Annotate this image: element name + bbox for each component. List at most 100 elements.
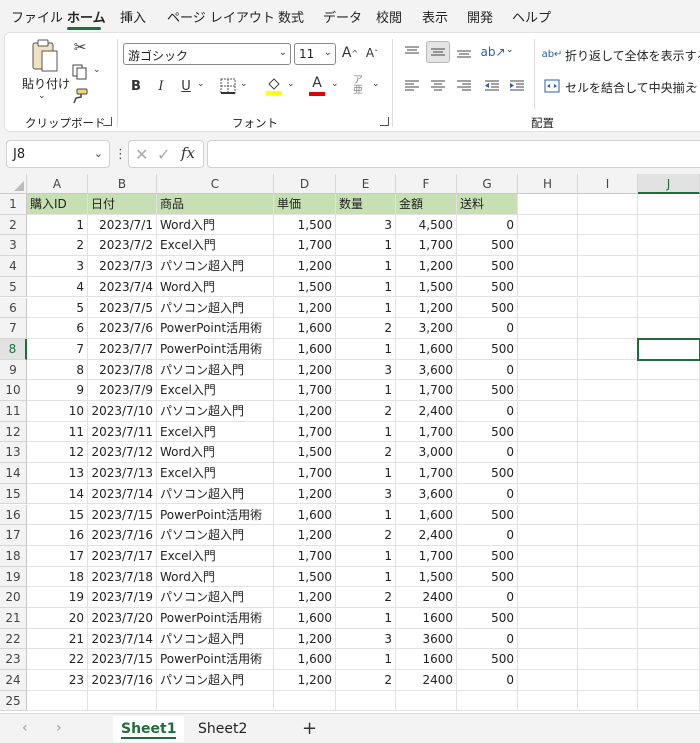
table-cell[interactable]: 1600	[396, 608, 457, 629]
table-cell[interactable]	[578, 276, 638, 298]
table-cell[interactable]: 1	[336, 380, 396, 401]
table-cell[interactable]: 3,000	[396, 442, 457, 464]
add-sheet-button[interactable]: +	[302, 718, 317, 739]
table-cell[interactable]: 1,200	[396, 297, 457, 319]
row-header[interactable]: 20	[0, 587, 27, 608]
tab-data[interactable]: データ	[323, 7, 362, 26]
table-cell[interactable]: 500	[457, 338, 518, 360]
table-cell[interactable]	[518, 380, 578, 401]
row-header[interactable]: 4	[0, 256, 27, 277]
table-cell[interactable]: 18	[27, 566, 88, 588]
table-cell[interactable]: 1,700	[396, 235, 457, 257]
tab-view[interactable]: 表示	[422, 7, 448, 26]
row-header[interactable]: 23	[0, 649, 27, 671]
copy-dropdown-icon[interactable]: ⌄	[93, 65, 101, 75]
table-cell[interactable]: 2,400	[396, 401, 457, 422]
table-cell[interactable]	[518, 628, 578, 650]
table-cell[interactable]: 1	[336, 421, 396, 443]
table-cell[interactable]: 0	[457, 214, 518, 236]
row-header[interactable]: 12	[0, 421, 27, 443]
table-cell[interactable]: PowerPoint活用術	[157, 504, 274, 526]
table-cell[interactable]	[518, 276, 578, 298]
table-cell[interactable]: Excel入門	[157, 380, 274, 401]
table-cell[interactable]	[638, 483, 700, 505]
table-cell[interactable]	[578, 628, 638, 650]
table-cell[interactable]: 1,700	[396, 421, 457, 443]
tab-formulas[interactable]: 数式	[278, 7, 304, 26]
column-header-g[interactable]: G	[457, 174, 518, 194]
table-cell[interactable]: 1,200	[274, 297, 336, 319]
table-cell[interactable]: 3600	[396, 628, 457, 650]
table-cell[interactable]: 1,200	[274, 401, 336, 422]
sheet-tab-sheet2[interactable]: Sheet2	[190, 716, 255, 742]
table-cell[interactable]	[578, 380, 638, 401]
table-cell[interactable]	[578, 670, 638, 691]
enter-icon[interactable]: ✓	[157, 145, 170, 164]
table-cell[interactable]: 22	[27, 649, 88, 671]
table-cell[interactable]: 1,600	[274, 318, 336, 339]
font-name-select[interactable]: 游ゴシック ⌄	[123, 43, 291, 65]
table-cell[interactable]: 2400	[396, 670, 457, 691]
table-cell[interactable]: 1	[336, 504, 396, 526]
table-cell[interactable]	[518, 401, 578, 422]
table-cell[interactable]: 11	[27, 421, 88, 443]
table-cell[interactable]	[518, 442, 578, 464]
table-cell[interactable]: パソコン超入門	[157, 401, 274, 422]
table-cell[interactable]: パソコン超入門	[157, 670, 274, 691]
table-cell[interactable]	[518, 670, 578, 691]
table-cell[interactable]: パソコン超入門	[157, 297, 274, 319]
table-cell[interactable]	[638, 214, 700, 236]
select-all-corner[interactable]	[0, 174, 27, 194]
table-cell[interactable]: 500	[457, 235, 518, 257]
table-cell[interactable]: 0	[457, 359, 518, 381]
table-cell[interactable]: 1,200	[396, 256, 457, 277]
wrap-text-button[interactable]: 折り返して全体を表示する	[565, 47, 700, 64]
table-cell[interactable]: 2023/7/9	[88, 380, 157, 401]
table-cell[interactable]: 0	[457, 483, 518, 505]
table-cell[interactable]	[518, 463, 578, 484]
table-cell[interactable]: 500	[457, 504, 518, 526]
table-cell[interactable]	[578, 587, 638, 608]
table-cell[interactable]: Word入門	[157, 276, 274, 298]
decrease-indent-icon[interactable]	[483, 77, 501, 95]
table-cell[interactable]: 8	[27, 359, 88, 381]
table-cell[interactable]	[638, 690, 700, 712]
tab-file[interactable]: ファイル	[11, 7, 63, 26]
table-cell[interactable]: 0	[457, 670, 518, 691]
table-cell[interactable]: 1,200	[274, 628, 336, 650]
header-cell[interactable]: 数量	[336, 194, 396, 215]
borders-icon[interactable]	[219, 77, 237, 95]
table-cell[interactable]	[638, 628, 700, 650]
table-cell[interactable]: 3	[336, 628, 396, 650]
table-cell[interactable]	[457, 690, 518, 712]
merge-center-button[interactable]: セルを結合して中央揃え	[565, 79, 697, 96]
table-cell[interactable]: Excel入門	[157, 235, 274, 257]
table-cell[interactable]	[27, 690, 88, 712]
paste-dropdown-icon[interactable]: ⌄	[38, 91, 46, 101]
table-cell[interactable]: 3	[336, 214, 396, 236]
table-cell[interactable]: 2023/7/16	[88, 670, 157, 691]
row-header[interactable]: 17	[0, 525, 27, 546]
merge-dropdown-icon[interactable]: ⌄	[691, 81, 699, 91]
tab-insert[interactable]: 挿入	[120, 7, 146, 26]
header-cell[interactable]: 商品	[157, 194, 274, 215]
table-cell[interactable]	[578, 256, 638, 277]
table-cell[interactable]	[518, 256, 578, 277]
table-cell[interactable]	[638, 649, 700, 671]
table-cell[interactable]	[578, 504, 638, 526]
table-cell[interactable]: 500	[457, 463, 518, 484]
format-painter-icon[interactable]	[71, 87, 89, 105]
column-header-f[interactable]: F	[396, 174, 457, 194]
table-cell[interactable]: Word入門	[157, 442, 274, 464]
header-cell[interactable]: 日付	[88, 194, 157, 215]
insert-function-icon[interactable]: fx	[181, 144, 195, 162]
header-cell[interactable]: 送料	[457, 194, 518, 215]
table-cell[interactable]: 1,700	[396, 545, 457, 567]
orientation-dropdown-icon[interactable]: ⌄	[506, 45, 514, 55]
table-cell[interactable]: 2023/7/20	[88, 608, 157, 629]
table-cell[interactable]: 1,600	[274, 649, 336, 671]
table-cell[interactable]	[638, 587, 700, 608]
table-cell[interactable]	[578, 297, 638, 319]
table-cell[interactable]: 2	[336, 525, 396, 546]
font-size-select[interactable]: 11 ⌄	[294, 43, 336, 65]
